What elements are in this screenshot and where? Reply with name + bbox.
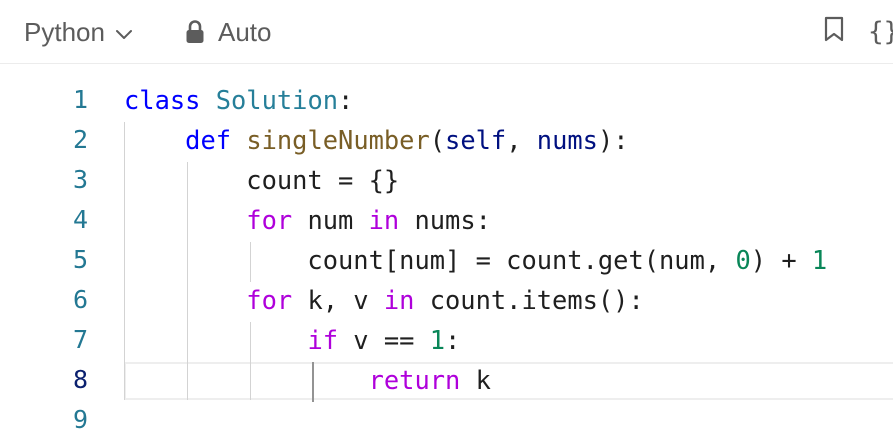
line-number: 7	[72, 325, 88, 354]
code-token: :	[338, 85, 354, 115]
line-number: 3	[72, 165, 88, 194]
code-token: in	[368, 205, 400, 235]
code-token: v ==	[338, 325, 430, 355]
code-token: k, v	[292, 285, 384, 315]
code-line[interactable]: 8 return k	[0, 360, 893, 400]
code-token: in	[383, 285, 415, 315]
code-token: ):	[597, 125, 629, 155]
code-token: count[num] = count.get(num,	[124, 245, 736, 275]
code-token: self	[445, 125, 507, 155]
code-token: :	[445, 325, 461, 355]
line-number: 5	[72, 245, 88, 274]
code-line[interactable]: 1 class Solution:	[0, 80, 893, 120]
code-token: singleNumber	[246, 125, 430, 155]
code-token: if	[307, 325, 339, 355]
code-text: class Solution:	[124, 80, 353, 120]
format-code-button[interactable]: {}	[868, 0, 893, 64]
code-token: 0	[735, 245, 751, 275]
code-token: count.items():	[414, 285, 644, 315]
code-line[interactable]: 3 count = {}	[0, 160, 893, 200]
code-line[interactable]: 2 def singleNumber(self, nums):	[0, 120, 893, 160]
code-line[interactable]: 7 if v == 1:	[0, 320, 893, 360]
code-token: count = {}	[124, 165, 400, 195]
code-token: ,	[506, 125, 537, 155]
code-token: class	[124, 85, 201, 115]
auto-mode-indicator[interactable]: Auto	[184, 0, 272, 64]
code-token: (	[429, 125, 446, 155]
bookmark-button[interactable]	[820, 0, 848, 64]
code-token: for	[246, 285, 293, 315]
code-text: def singleNumber(self, nums):	[124, 120, 629, 160]
code-line[interactable]: 4 for num in nums:	[0, 200, 893, 240]
braces-icon: {}	[868, 17, 893, 47]
editor-toolbar: Python Auto {}	[0, 0, 893, 64]
code-text: for k, v in count.items():	[124, 280, 644, 320]
language-label: Python	[24, 16, 105, 47]
code-text: for num in nums:	[124, 200, 491, 240]
code-line[interactable]: 5 count[num] = count.get(num, 0) + 1	[0, 240, 893, 280]
line-number: 6	[72, 285, 88, 314]
lock-icon	[184, 19, 206, 45]
code-text: if v == 1:	[124, 320, 460, 360]
code-token: 1	[429, 325, 446, 355]
code-token: nums	[536, 125, 598, 155]
line-number: 4	[72, 205, 88, 234]
code-token: Solution	[215, 85, 339, 115]
code-line[interactable]: 9	[0, 400, 893, 440]
code-text: count = {}	[124, 160, 399, 200]
code-token: for	[246, 205, 293, 235]
chevron-down-icon	[113, 21, 135, 43]
code-token: 1	[811, 245, 828, 275]
language-selector[interactable]: Python	[24, 0, 135, 64]
code-line[interactable]: 6 for k, v in count.items():	[0, 280, 893, 320]
line-number: 8	[72, 365, 88, 394]
code-token: num	[292, 205, 369, 235]
code-token: def	[185, 125, 232, 155]
line-number: 9	[72, 405, 88, 434]
code-text: count[num] = count.get(num, 0) + 1	[124, 240, 827, 280]
mode-label: Auto	[218, 16, 272, 47]
code-editor[interactable]: 1 class Solution: 2 def singleNumber(self,…	[0, 64, 893, 444]
code-text: return k	[124, 360, 491, 400]
bookmark-icon	[822, 15, 846, 50]
line-number: 2	[72, 125, 88, 154]
code-token: return	[368, 365, 461, 395]
code-token: nums:	[399, 205, 491, 235]
code-token: ) +	[750, 245, 812, 275]
line-number: 1	[72, 85, 88, 114]
code-token: k	[460, 365, 491, 395]
